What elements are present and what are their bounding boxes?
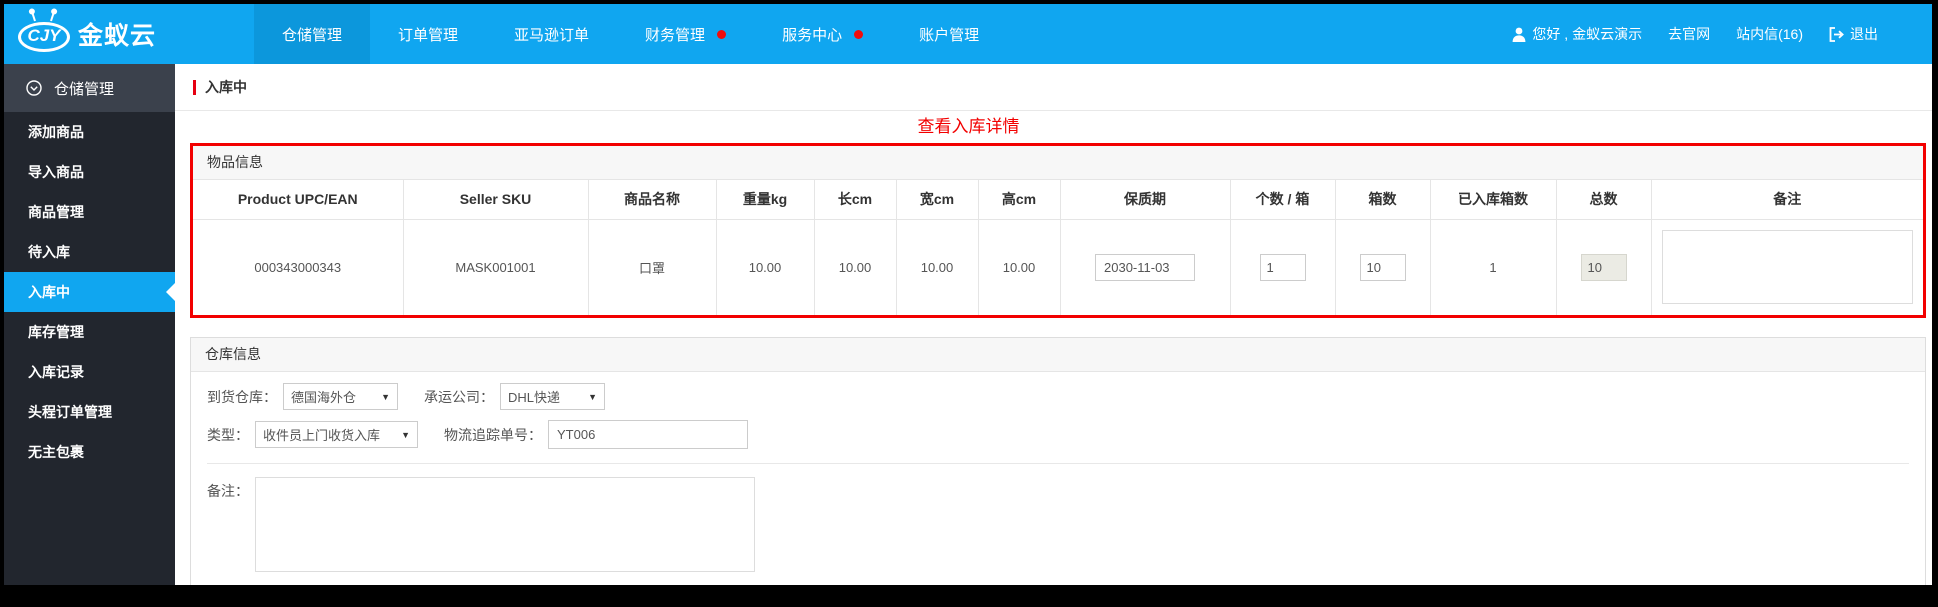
cell-length: 10.00 xyxy=(813,219,896,315)
breadcrumb-accent-bar xyxy=(193,79,196,95)
annotation-view-inbound-detail: 查看入库详情 xyxy=(917,117,1020,136)
col-header-pcs-per-box: 个数 / 箱 xyxy=(1229,180,1335,220)
col-header-length: 长cm xyxy=(813,180,896,220)
circle-chevron-down-icon xyxy=(26,80,42,96)
pcs-per-box-input[interactable] xyxy=(1259,253,1306,281)
col-header-product-name: 商品名称 xyxy=(587,180,716,220)
sidebar-item-first-leg-orders[interactable]: 头程订单管理 xyxy=(4,392,175,432)
sidebar-item-inventory-management[interactable]: 库存管理 xyxy=(4,312,175,352)
top-navbar: CJY 金蚁云 仓储管理 订单管理 亚马逊订单 财务管理 服务中心 账户管理 您… xyxy=(4,4,1932,64)
cell-height: 10.00 xyxy=(977,219,1060,315)
sidebar-item-pending-inbound[interactable]: 待入库 xyxy=(4,232,175,272)
logout-button[interactable]: 退出 xyxy=(1829,24,1878,44)
app-window: CJY 金蚁云 仓储管理 订单管理 亚马逊订单 财务管理 服务中心 账户管理 您… xyxy=(4,4,1932,585)
col-header-boxes: 箱数 xyxy=(1334,180,1430,220)
col-header-total: 总数 xyxy=(1555,180,1651,220)
sidebar-item-inbound-records[interactable]: 入库记录 xyxy=(4,352,175,392)
sidebar: 仓储管理 添加商品 导入商品 商品管理 待入库 入库中 库存管理 入库记录 头程… xyxy=(4,64,175,585)
item-table-header-row: Product UPC/EAN Seller SKU 商品名称 重量kg 长cm… xyxy=(193,180,1923,220)
brand-name: 金蚁云 xyxy=(78,22,157,50)
nav-item-orders[interactable]: 订单管理 xyxy=(370,4,486,64)
main-content: 入库中 查看入库详情 物品信息 Product UPC/EAN Seller S… xyxy=(175,64,1932,585)
col-header-received-boxes: 已入库箱数 xyxy=(1429,180,1556,220)
page-title: 入库中 xyxy=(205,79,247,95)
cell-weight: 10.00 xyxy=(715,219,814,315)
nav-item-warehouse[interactable]: 仓储管理 xyxy=(254,4,371,64)
site-messages-link[interactable]: 站内信(16) xyxy=(1736,24,1803,44)
nav-item-account[interactable]: 账户管理 xyxy=(891,4,1007,64)
remark-label: 备注： xyxy=(207,483,249,499)
cell-upc: 000343000343 xyxy=(254,259,342,275)
arrival-warehouse-label: 到货仓库： xyxy=(207,388,277,405)
item-table: Product UPC/EAN Seller SKU 商品名称 重量kg 长cm… xyxy=(193,180,1923,315)
official-site-link[interactable]: 去官网 xyxy=(1668,24,1710,44)
inbound-type-select[interactable]: 收件员上门收货入库 ▼ xyxy=(255,421,418,448)
item-info-section: 物品信息 Product UPC/EAN Seller SKU 商品名称 重量k… xyxy=(190,143,1926,318)
nav-item-service-center[interactable]: 服务中心 xyxy=(754,4,891,64)
warehouse-info-section: 仓库信息 到货仓库： 德国海外仓 ▼ 承运公司： DHL快递 ▼ 类型： 收件员… xyxy=(190,337,1926,585)
logo-mark-letters: CJY xyxy=(27,26,61,45)
sidebar-item-product-management[interactable]: 商品管理 xyxy=(4,192,175,232)
ant-logo-icon: CJY xyxy=(18,12,70,54)
chevron-down-icon: ▼ xyxy=(588,391,597,402)
arrival-warehouse-select[interactable]: 德国海外仓 ▼ xyxy=(283,383,398,410)
warehouse-info-title: 仓库信息 xyxy=(191,338,1925,372)
row-remark-textarea[interactable] xyxy=(1661,230,1913,305)
warehouse-remark-textarea[interactable] xyxy=(255,477,755,572)
tracking-number-input[interactable] xyxy=(548,420,748,449)
cell-received-boxes: 1 xyxy=(1429,219,1556,315)
total-input-disabled xyxy=(1580,253,1627,281)
col-header-upc: Product UPC/EAN xyxy=(193,180,403,220)
chevron-down-icon: ▼ xyxy=(381,391,390,402)
col-header-shelf-life: 保质期 xyxy=(1059,180,1230,220)
col-header-weight: 重量kg xyxy=(715,180,814,220)
primary-nav: 仓储管理 订单管理 亚马逊订单 财务管理 服务中心 账户管理 xyxy=(254,4,1007,64)
chevron-down-icon: ▼ xyxy=(401,429,410,440)
tracking-number-label: 物流追踪单号： xyxy=(444,426,542,443)
cell-product-name: 口罩 xyxy=(587,219,716,315)
col-header-sku: Seller SKU xyxy=(402,180,588,220)
brand-logo[interactable]: CJY 金蚁云 xyxy=(4,4,254,64)
type-label: 类型： xyxy=(207,426,249,443)
breadcrumb: 入库中 xyxy=(175,64,1932,111)
topbar-user-area: 您好 , 金蚁云演示 去官网 站内信(16) 退出 xyxy=(1512,4,1932,64)
col-header-remark: 备注 xyxy=(1650,180,1923,220)
nav-item-finance[interactable]: 财务管理 xyxy=(617,4,754,64)
shelf-life-input[interactable] xyxy=(1095,253,1195,281)
sidebar-item-add-product[interactable]: 添加商品 xyxy=(4,112,175,152)
nav-item-amazon-orders[interactable]: 亚马逊订单 xyxy=(486,4,617,64)
carrier-label: 承运公司： xyxy=(424,388,494,405)
user-icon xyxy=(1513,27,1526,42)
sidebar-item-unclaimed-packages[interactable]: 无主包裹 xyxy=(4,432,175,472)
boxes-input[interactable] xyxy=(1359,253,1406,281)
cell-width: 10.00 xyxy=(895,219,978,315)
col-header-height: 高cm xyxy=(977,180,1060,220)
sidebar-item-import-product[interactable]: 导入商品 xyxy=(4,152,175,192)
cell-sku: MASK001001 xyxy=(402,219,588,315)
item-info-title: 物品信息 xyxy=(193,146,1923,180)
user-greeting: 您好 , 金蚁云演示 xyxy=(1512,24,1642,44)
logout-icon xyxy=(1829,26,1844,42)
carrier-select[interactable]: DHL快递 ▼ xyxy=(500,383,605,410)
sidebar-group-warehouse[interactable]: 仓储管理 xyxy=(4,64,175,112)
item-table-row: 000343000343 MASK001001 口罩 10.00 10.00 1… xyxy=(193,219,1923,315)
notification-dot-icon xyxy=(717,29,727,39)
col-header-width: 宽cm xyxy=(895,180,978,220)
notification-dot-icon xyxy=(854,29,864,39)
sidebar-item-inbound-in-progress[interactable]: 入库中 xyxy=(4,272,175,312)
